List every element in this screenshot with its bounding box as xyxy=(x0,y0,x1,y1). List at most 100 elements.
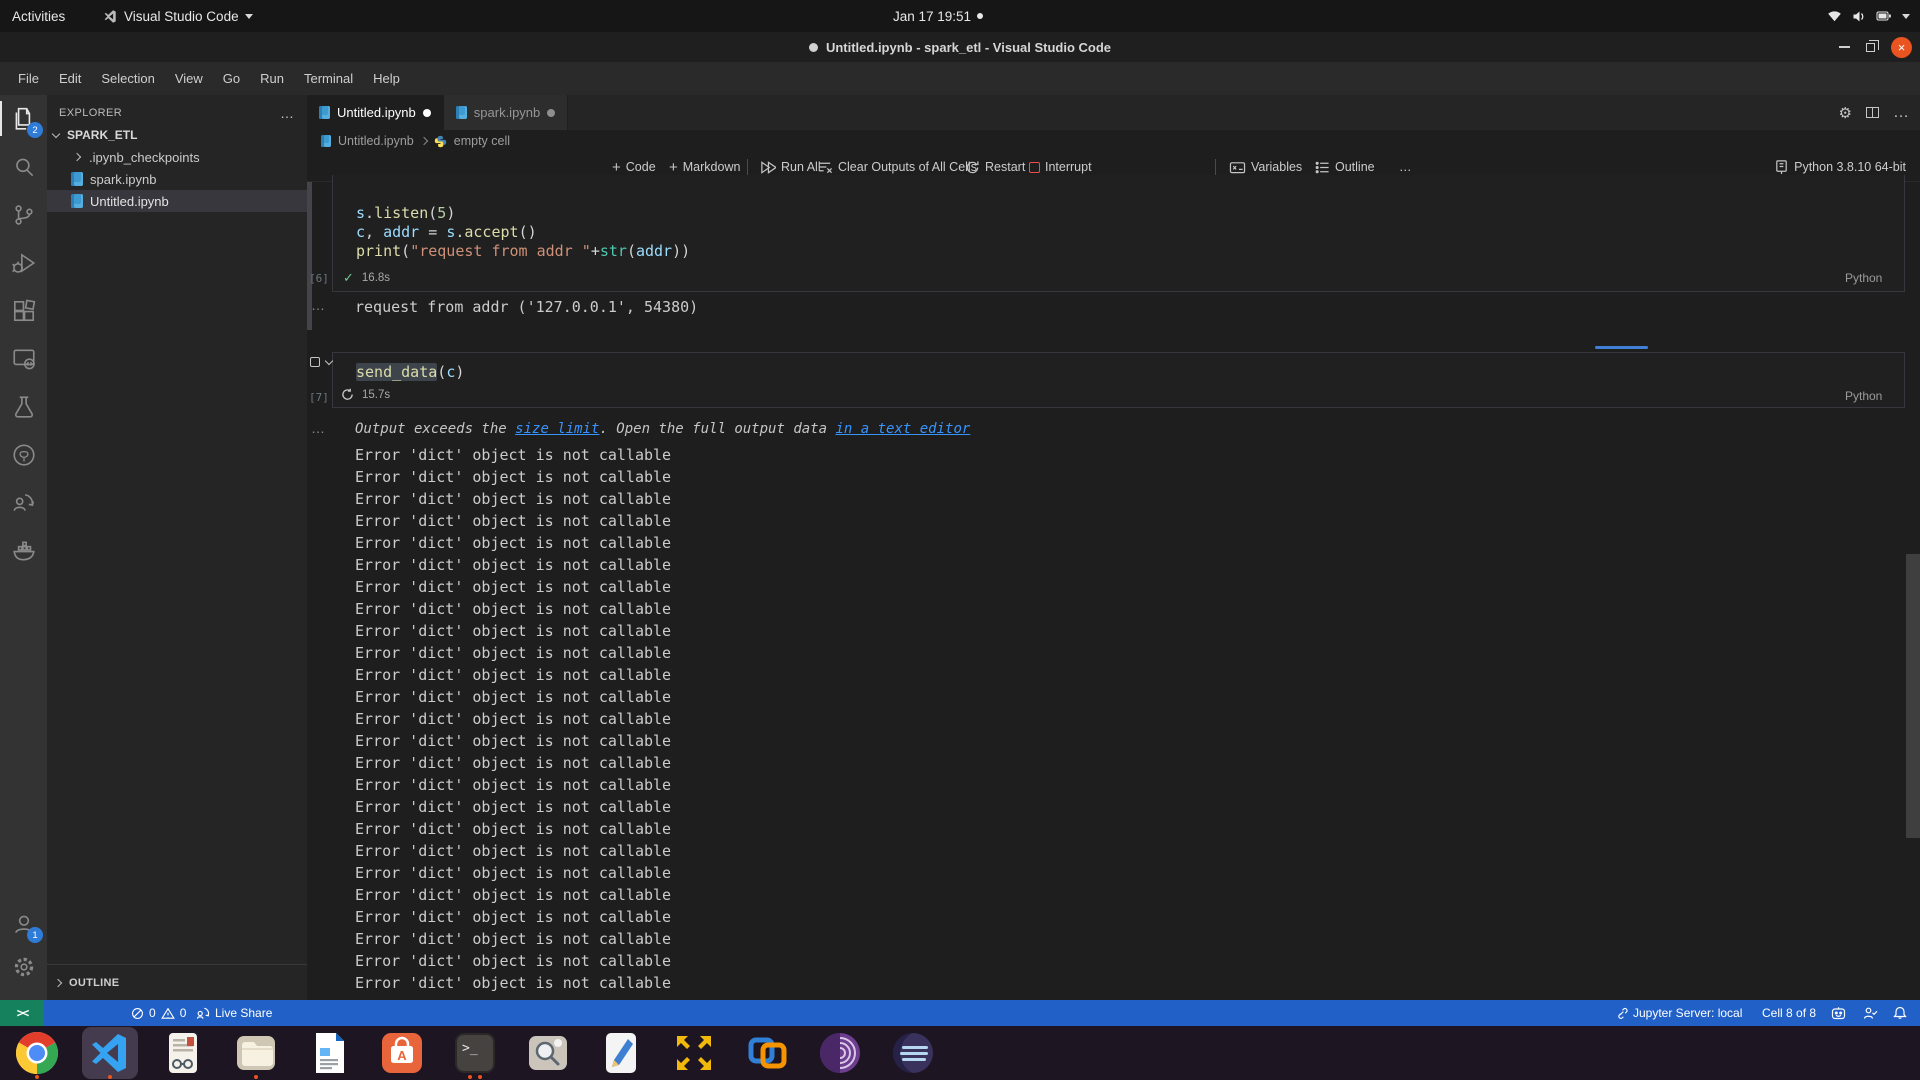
dock-file-transfer-icon[interactable] xyxy=(671,1030,717,1076)
remote-explorer-icon[interactable] xyxy=(0,335,47,382)
extensions-icon[interactable] xyxy=(0,287,47,334)
execution-count: [6] xyxy=(309,272,329,285)
menu-item-edit[interactable]: Edit xyxy=(49,66,91,92)
menu-item-selection[interactable]: Selection xyxy=(91,66,164,92)
dock-libreoffice-writer-icon[interactable] xyxy=(306,1030,352,1076)
menu-item-run[interactable]: Run xyxy=(250,66,294,92)
close-button[interactable]: × xyxy=(1891,37,1912,58)
file-label: Untitled.ipynb xyxy=(90,194,169,209)
menu-item-help[interactable]: Help xyxy=(363,66,410,92)
live-share-icon[interactable] xyxy=(0,479,47,526)
breadcrumb-cell[interactable]: empty cell xyxy=(454,134,510,148)
dock-text-editor-icon[interactable] xyxy=(598,1030,644,1076)
modified-dot-icon[interactable] xyxy=(547,109,555,117)
menu-item-terminal[interactable]: Terminal xyxy=(294,66,363,92)
activities-label: Activities xyxy=(12,9,65,24)
remote-indicator[interactable]: >< xyxy=(0,1000,44,1026)
minimize-button[interactable] xyxy=(1839,46,1850,48)
open-text-editor-link[interactable]: in a text editor xyxy=(835,421,970,437)
stop-execution-icon[interactable] xyxy=(310,357,320,367)
outline-label: OUTLINE xyxy=(69,977,119,989)
explorer-icon[interactable]: 2 xyxy=(0,95,47,142)
more-actions-icon[interactable]: … xyxy=(1893,104,1910,122)
error-line: Error 'dict' object is not callable xyxy=(355,864,671,886)
code-line[interactable]: s.listen(5) xyxy=(356,204,690,223)
output-collapse-icon[interactable]: … xyxy=(311,297,326,313)
system-tray[interactable] xyxy=(1827,0,1910,32)
activities-button[interactable]: Activities xyxy=(12,0,65,32)
interrupt-icon xyxy=(1029,162,1040,173)
clear-outputs-icon xyxy=(817,160,833,175)
dock-eclipse-icon[interactable] xyxy=(890,1030,936,1076)
problems-indicator[interactable]: 0 0 xyxy=(131,1000,186,1026)
split-editor-icon[interactable] xyxy=(1866,107,1879,118)
error-line: Error 'dict' object is not callable xyxy=(355,468,671,490)
error-line: Error 'dict' object is not callable xyxy=(355,842,671,864)
dock-screenshot-tool-icon[interactable] xyxy=(525,1030,571,1076)
folder-root[interactable]: SPARK_ETL xyxy=(47,124,307,146)
output-collapse-icon[interactable]: … xyxy=(311,420,326,436)
tab-untitled.ipynb[interactable]: Untitled.ipynb xyxy=(307,95,444,130)
cell-position-indicator[interactable]: Cell 8 of 8 xyxy=(1762,1000,1816,1026)
github-icon[interactable] xyxy=(0,431,47,478)
file-item-.ipynb_checkpoints[interactable]: .ipynb_checkpoints xyxy=(47,146,307,168)
scroll-indicator-bar xyxy=(1595,346,1648,349)
window-titlebar[interactable]: Untitled.ipynb - spark_etl - Visual Stud… xyxy=(0,32,1920,62)
activity-bar: 2 1 xyxy=(0,95,47,1000)
run-all-icon xyxy=(759,160,776,175)
kernel-gear-icon[interactable]: ⚙ xyxy=(1839,104,1852,122)
accessibility-icon[interactable] xyxy=(1863,1000,1878,1026)
breadcrumb-file[interactable]: Untitled.ipynb xyxy=(338,134,414,148)
notifications-bell-icon[interactable] xyxy=(1893,1000,1907,1026)
menu-item-view[interactable]: View xyxy=(165,66,213,92)
dock-files-icon[interactable] xyxy=(233,1030,279,1076)
breadcrumb[interactable]: Untitled.ipynb empty cell xyxy=(307,130,1920,152)
source-control-icon[interactable] xyxy=(0,191,47,238)
feedback-smiley-icon[interactable] xyxy=(1831,1000,1846,1026)
dock-ubuntu-software-icon[interactable]: A xyxy=(379,1030,425,1076)
testing-icon[interactable] xyxy=(0,383,47,430)
cell-language[interactable]: Python xyxy=(1845,271,1882,285)
notebook-file-icon xyxy=(71,172,83,186)
file-item-spark.ipynb[interactable]: spark.ipynb xyxy=(47,168,307,190)
code-line[interactable]: c, addr = s.accept() xyxy=(356,223,690,242)
app-menu-label: Visual Studio Code xyxy=(124,9,239,24)
dock-terminal-icon[interactable]: >_ xyxy=(452,1030,498,1076)
chevron-right-icon xyxy=(420,137,428,145)
accounts-icon[interactable]: 1 xyxy=(0,900,47,947)
jupyter-server-indicator[interactable]: Jupyter Server: local xyxy=(1615,1000,1742,1026)
dock-document-viewer-icon[interactable] xyxy=(160,1030,206,1076)
size-limit-link[interactable]: size limit xyxy=(515,421,599,437)
code-cell-1[interactable]: s.listen(5)c, addr = s.accept()print("re… xyxy=(332,175,1905,292)
dock-google-chrome-icon[interactable] xyxy=(14,1030,60,1076)
dock-tor-browser-icon[interactable] xyxy=(817,1030,863,1076)
cell-output-text: request from addr ('127.0.0.1', 54380) xyxy=(355,298,698,316)
output-size-notice: Output exceeds the size limit. Open the … xyxy=(355,421,970,437)
running-indicator-dot xyxy=(35,1075,39,1079)
menu-item-go[interactable]: Go xyxy=(213,66,250,92)
app-menu-button[interactable]: Visual Studio Code xyxy=(103,0,253,32)
error-line: Error 'dict' object is not callable xyxy=(355,820,671,842)
run-debug-icon[interactable] xyxy=(0,239,47,286)
dock-vscode-icon[interactable] xyxy=(87,1030,133,1076)
battery-icon xyxy=(1876,9,1892,23)
outline-section[interactable]: OUTLINE xyxy=(47,964,307,1000)
code-line[interactable]: print("request from addr "+str(addr)) xyxy=(356,242,690,261)
menu-item-file[interactable]: File xyxy=(8,66,49,92)
modified-dot-icon[interactable] xyxy=(423,109,431,117)
code-line[interactable]: send_data(c) xyxy=(356,363,464,382)
dock-vmware-icon[interactable] xyxy=(744,1030,790,1076)
clock-button[interactable]: Jan 17 19:51 xyxy=(893,0,983,32)
error-line: Error 'dict' object is not callable xyxy=(355,688,671,710)
more-actions-icon[interactable]: … xyxy=(280,105,295,121)
live-share-button[interactable]: Live Share xyxy=(196,1000,272,1026)
restore-button[interactable] xyxy=(1866,43,1875,52)
settings-gear-icon[interactable] xyxy=(0,943,47,990)
cell-language[interactable]: Python xyxy=(1845,389,1882,403)
editor-scrollbar[interactable] xyxy=(1906,554,1920,838)
code-cell-2[interactable]: send_data(c) xyxy=(332,352,1905,408)
tab-spark.ipynb[interactable]: spark.ipynb xyxy=(444,95,568,130)
search-icon[interactable] xyxy=(0,143,47,190)
file-item-untitled.ipynb[interactable]: Untitled.ipynb xyxy=(47,190,307,212)
docker-icon[interactable] xyxy=(0,527,47,574)
